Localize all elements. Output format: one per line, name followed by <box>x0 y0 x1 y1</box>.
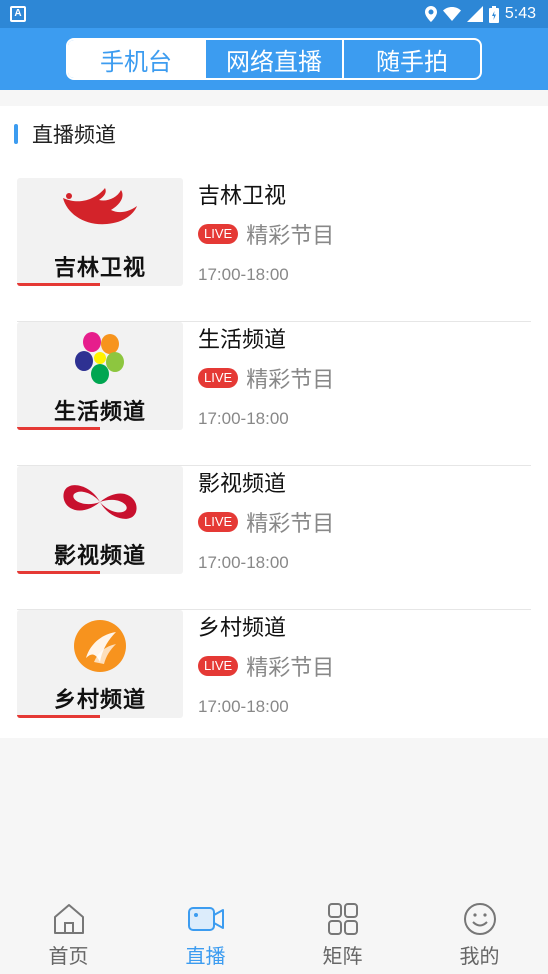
location-icon <box>424 6 437 22</box>
program-name: 精彩节目 <box>246 656 335 681</box>
channel-item-life[interactable]: 生活频道 生活频道 LIVE 精彩节目 17:00-18:00 <box>17 322 531 466</box>
nav-label: 首页 <box>48 944 89 968</box>
playback-progress-bar <box>17 427 100 430</box>
program-name: 精彩节目 <box>246 368 335 393</box>
grid-icon <box>327 903 358 935</box>
header: 手机台 网络直播 随手拍 <box>0 28 548 90</box>
segmented-tabs: 手机台 网络直播 随手拍 <box>66 38 482 80</box>
video-camera-icon <box>187 907 224 931</box>
section-accent-bar <box>14 124 18 144</box>
live-badge: LIVE <box>198 368 239 388</box>
channel-title: 吉林卫视 <box>198 184 287 209</box>
channel-item-rural[interactable]: 乡村频道 乡村频道 LIVE 精彩节目 17:00-18:00 <box>17 610 531 754</box>
live-row: LIVE 精彩节目 <box>198 362 334 394</box>
section-title: 直播频道 <box>32 123 116 147</box>
clock: 5:43 <box>504 5 536 22</box>
status-icons: 5:43 <box>424 4 536 24</box>
home-icon <box>53 904 84 934</box>
nav-profile[interactable]: 我的 <box>411 894 548 974</box>
channel-logo-text: 乡村频道 <box>53 688 146 713</box>
nav-label: 直播 <box>185 944 226 968</box>
notification-icon: A <box>10 6 26 22</box>
tab-mobile-tv[interactable]: 手机台 <box>68 40 204 78</box>
nav-label: 矩阵 <box>322 944 363 968</box>
playback-progress-bar <box>17 571 100 574</box>
program-time: 17:00-18:00 <box>198 265 289 284</box>
movie-channel-logo-icon <box>17 472 183 532</box>
signal-icon <box>466 6 483 22</box>
channel-thumbnail[interactable]: 影视频道 <box>17 466 183 574</box>
channel-item-jilin-tv[interactable]: 吉林卫视 吉林卫视 LIVE 精彩节目 17:00-18:00 <box>17 178 531 322</box>
live-badge: LIVE <box>198 224 239 244</box>
channel-title: 乡村频道 <box>198 616 287 641</box>
channel-title: 影视频道 <box>198 472 287 497</box>
section-header: 直播频道 <box>14 120 116 148</box>
channel-thumbnail[interactable]: 乡村频道 <box>17 610 183 718</box>
channel-logo-text: 影视频道 <box>53 544 146 569</box>
nav-matrix[interactable]: 矩阵 <box>274 894 411 974</box>
tab-snapshot[interactable]: 随手拍 <box>342 40 480 78</box>
smiley-icon <box>463 903 496 935</box>
status-bar: A 5:43 <box>0 0 548 28</box>
battery-icon <box>488 5 499 23</box>
channel-list: 吉林卫视 吉林卫视 LIVE 精彩节目 17:00-18:00 生活频道 生活频… <box>17 178 531 754</box>
live-row: LIVE 精彩节目 <box>198 218 334 250</box>
live-channels-panel: 直播频道 吉林卫视 吉林卫视 LIVE 精彩节目 17:00-18:00 生活频… <box>0 106 548 738</box>
program-time: 17:00-18:00 <box>198 553 289 572</box>
live-badge: LIVE <box>198 512 239 532</box>
channel-thumbnail[interactable]: 吉林卫视 <box>17 178 183 286</box>
bottom-nav: 首页 直播 矩阵 我的 <box>0 894 548 974</box>
nav-label: 我的 <box>459 944 500 968</box>
nav-live[interactable]: 直播 <box>137 894 274 974</box>
life-channel-logo-icon <box>17 328 183 388</box>
program-name: 精彩节目 <box>246 512 335 537</box>
channel-logo-text: 吉林卫视 <box>53 256 146 281</box>
channel-title: 生活频道 <box>198 328 287 353</box>
program-name: 精彩节目 <box>246 224 335 249</box>
wifi-icon <box>442 7 461 21</box>
rural-channel-logo-icon <box>17 616 183 676</box>
playback-progress-bar <box>17 715 100 718</box>
nav-home[interactable]: 首页 <box>0 894 137 974</box>
program-time: 17:00-18:00 <box>198 409 289 428</box>
playback-progress-bar <box>17 283 100 286</box>
channel-logo-text: 生活频道 <box>53 400 146 425</box>
program-time: 17:00-18:00 <box>198 697 289 716</box>
tab-web-live[interactable]: 网络直播 <box>204 40 342 78</box>
live-row: LIVE 精彩节目 <box>198 650 334 682</box>
channel-thumbnail[interactable]: 生活频道 <box>17 322 183 430</box>
live-row: LIVE 精彩节目 <box>198 506 334 538</box>
live-badge: LIVE <box>198 656 239 676</box>
channel-item-movie[interactable]: 影视频道 影视频道 LIVE 精彩节目 17:00-18:00 <box>17 466 531 610</box>
jilin-tv-logo-icon <box>17 184 183 244</box>
